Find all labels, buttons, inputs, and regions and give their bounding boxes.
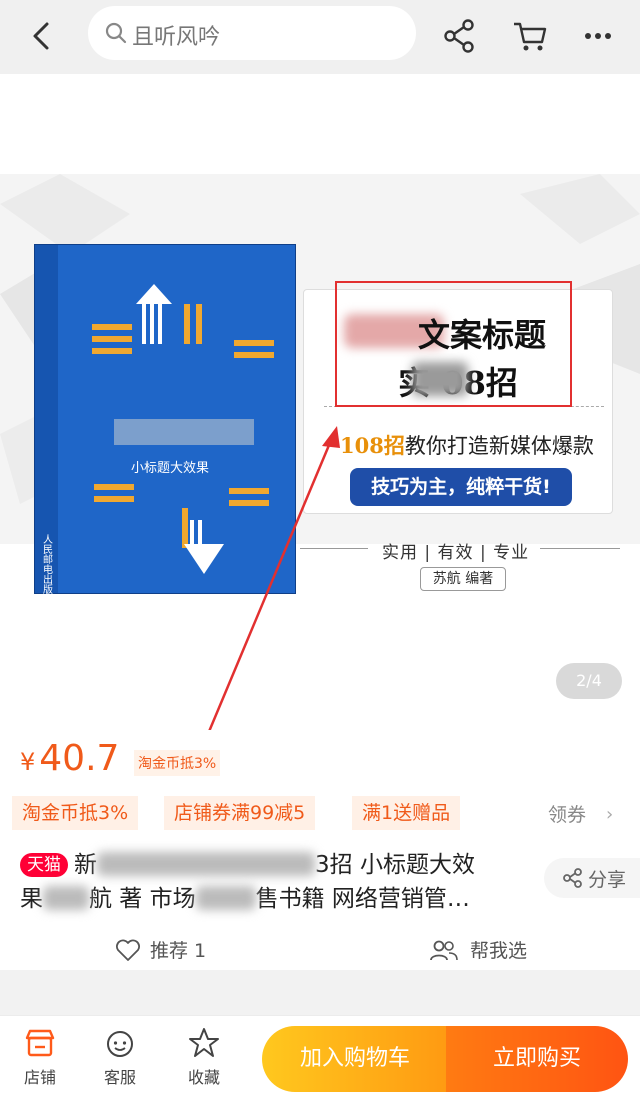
title-text: 果: [20, 886, 43, 912]
share-label: 分享: [588, 869, 627, 891]
service-label: 客服: [103, 1068, 136, 1087]
product-info-section: ¥40.7 淘金币抵3% 淘金币抵3% 店铺券满99减5 满1送赠品 领券 › …: [0, 730, 640, 970]
title-text: 航 著 市场: [89, 886, 196, 912]
star-icon: [189, 1028, 219, 1057]
cart-icon: [514, 22, 547, 51]
share-icon: [563, 868, 582, 888]
help-choose-label: 帮我选: [470, 940, 528, 962]
chevron-left-icon: [33, 22, 49, 50]
currency-symbol: ¥: [20, 748, 36, 776]
service-face-icon: [107, 1031, 133, 1057]
recommend-button[interactable]: 推荐 1: [114, 936, 206, 966]
blurred-region: [43, 886, 89, 910]
bottom-action-bar: 店铺 客服 收藏 加入购物车 立即购买: [0, 1015, 640, 1103]
title-text: 3招 小标题大效: [315, 852, 475, 878]
price-note: 淘金币抵3%: [134, 750, 221, 776]
add-to-cart-button[interactable]: 加入购物车: [262, 1026, 448, 1092]
favorite-button[interactable]: 收藏: [174, 1026, 234, 1096]
recommend-label: 推荐 1: [150, 940, 207, 962]
help-choose-button[interactable]: 帮我选: [428, 936, 527, 966]
annotation-highlight-box: [335, 281, 572, 407]
book-cover-image: 小标题大效果 人民邮电出版社: [34, 244, 296, 594]
book-tagline: 实用 | 有效 | 专业: [382, 543, 530, 563]
share-button[interactable]: [440, 14, 480, 58]
book-author: 苏航 编著: [420, 567, 506, 591]
title-text: 新: [74, 852, 97, 878]
tmall-badge: 天猫: [20, 853, 68, 877]
store-icon: [25, 1029, 55, 1057]
heart-icon: [116, 939, 140, 961]
book-subtitle: 小标题大效果: [131, 461, 209, 476]
gallery-page-indicator: 2/4: [556, 663, 622, 699]
book-publisher: 人民邮电出版社: [41, 534, 53, 594]
coupon-tag[interactable]: 满1送赠品: [352, 796, 461, 830]
blurred-region: [195, 886, 256, 910]
card-subtitle: 108招教你打造新媒体爆款: [340, 430, 594, 460]
cart-button[interactable]: [510, 14, 550, 58]
divider: [300, 548, 368, 549]
product-share-button[interactable]: 分享: [544, 858, 640, 898]
search-input[interactable]: 且听风吟: [88, 6, 416, 60]
card-highlight-pill: 技巧为主，纯粹干货!: [350, 468, 572, 506]
back-button[interactable]: [20, 14, 64, 58]
customer-service-button[interactable]: 客服: [90, 1026, 150, 1096]
card-subtitle-number: 108招: [340, 433, 405, 458]
search-icon: [105, 22, 127, 44]
buy-now-button[interactable]: 立即购买: [446, 1026, 628, 1092]
top-navigation-bar: 且听风吟: [0, 0, 640, 74]
product-title: 天猫新 3招 小标题大效 果 航 著 市场 售书籍 网络营销管…: [20, 848, 540, 916]
people-icon: [430, 940, 458, 961]
store-label: 店铺: [23, 1068, 56, 1087]
coupon-tag[interactable]: 淘金币抵3%: [12, 796, 139, 830]
product-image-gallery[interactable]: 小标题大效果 人民邮电出版社 文案标题 实 08招 108招教你打造新媒体爆款 …: [0, 74, 640, 730]
price-amount: 40.7: [39, 738, 120, 779]
favorite-label: 收藏: [187, 1068, 220, 1087]
more-button[interactable]: [578, 14, 618, 58]
title-text: 售书籍 网络营销管…: [255, 886, 470, 912]
product-price: ¥40.7: [20, 738, 119, 779]
chevron-right-icon: ›: [606, 804, 614, 825]
card-subtitle-text: 教你打造新媒体爆款: [404, 434, 594, 458]
get-coupon-link[interactable]: 领券: [548, 800, 586, 827]
search-query-text: 且听风吟: [132, 25, 221, 50]
more-dots-icon: [585, 33, 611, 39]
blurred-region: [97, 852, 315, 876]
divider: [540, 548, 620, 549]
share-icon: [444, 19, 474, 53]
coupon-tag[interactable]: 店铺券满99减5: [164, 796, 316, 830]
store-button[interactable]: 店铺: [10, 1026, 70, 1096]
